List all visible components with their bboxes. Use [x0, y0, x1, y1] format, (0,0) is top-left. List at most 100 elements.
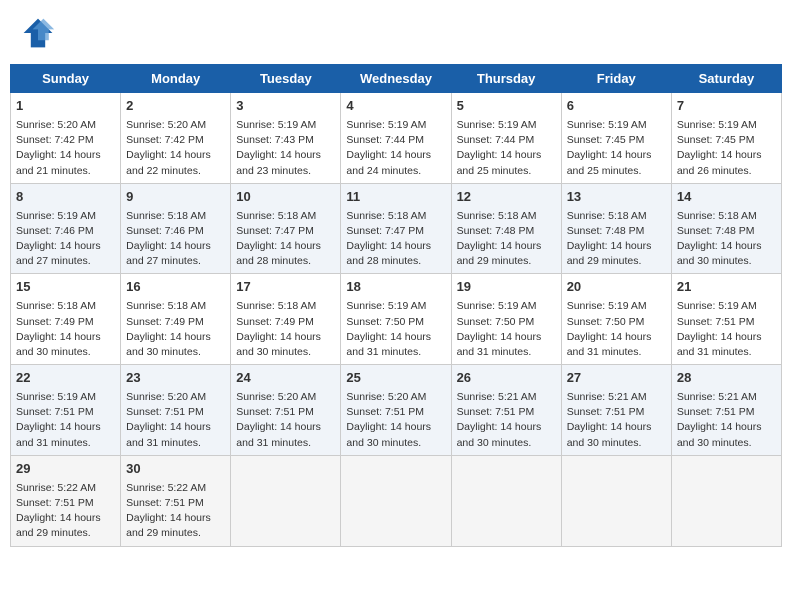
calendar-cell: 16Sunrise: 5:18 AMSunset: 7:49 PMDayligh…: [121, 274, 231, 365]
day-number: 9: [126, 188, 225, 207]
cell-content: 20Sunrise: 5:19 AMSunset: 7:50 PMDayligh…: [567, 278, 666, 360]
calendar-cell: 14Sunrise: 5:18 AMSunset: 7:48 PMDayligh…: [671, 183, 781, 274]
sunrise-text: Sunrise: 5:20 AM: [236, 391, 316, 403]
calendar-cell: [231, 455, 341, 546]
cell-content: 13Sunrise: 5:18 AMSunset: 7:48 PMDayligh…: [567, 188, 666, 270]
day-number: 22: [16, 369, 115, 388]
day-number: 27: [567, 369, 666, 388]
sunset-text: Sunset: 7:51 PM: [677, 406, 755, 418]
cell-content: 29Sunrise: 5:22 AMSunset: 7:51 PMDayligh…: [16, 460, 115, 542]
daylight-text: Daylight: 14 hours and 30 minutes.: [126, 331, 211, 358]
daylight-text: Daylight: 14 hours and 31 minutes.: [567, 331, 652, 358]
cell-content: 25Sunrise: 5:20 AMSunset: 7:51 PMDayligh…: [346, 369, 445, 451]
cell-content: 11Sunrise: 5:18 AMSunset: 7:47 PMDayligh…: [346, 188, 445, 270]
cell-content: 26Sunrise: 5:21 AMSunset: 7:51 PMDayligh…: [457, 369, 556, 451]
sunrise-text: Sunrise: 5:21 AM: [677, 391, 757, 403]
day-number: 11: [346, 188, 445, 207]
sunset-text: Sunset: 7:51 PM: [126, 406, 204, 418]
sunrise-text: Sunrise: 5:21 AM: [567, 391, 647, 403]
sunset-text: Sunset: 7:44 PM: [346, 134, 424, 146]
cell-content: 28Sunrise: 5:21 AMSunset: 7:51 PMDayligh…: [677, 369, 776, 451]
sunset-text: Sunset: 7:49 PM: [236, 316, 314, 328]
calendar-week-row: 29Sunrise: 5:22 AMSunset: 7:51 PMDayligh…: [11, 455, 782, 546]
sunset-text: Sunset: 7:51 PM: [126, 497, 204, 509]
calendar-cell: 25Sunrise: 5:20 AMSunset: 7:51 PMDayligh…: [341, 365, 451, 456]
day-number: 15: [16, 278, 115, 297]
sunset-text: Sunset: 7:48 PM: [457, 225, 535, 237]
sunrise-text: Sunrise: 5:19 AM: [16, 391, 96, 403]
cell-content: 22Sunrise: 5:19 AMSunset: 7:51 PMDayligh…: [16, 369, 115, 451]
calendar-week-row: 22 Sunrise: 5:19 AM Sunset: 7:51 PM Dayligh…: [11, 365, 782, 456]
calendar-week-row: 8Sunrise: 5:19 AMSunset: 7:46 PMDaylight…: [11, 183, 782, 274]
daylight-text: Daylight: 14 hours and 29 minutes.: [457, 240, 542, 267]
calendar-week-row: 1Sunrise: 5:20 AMSunset: 7:42 PMDaylight…: [11, 93, 782, 184]
calendar-cell: 22Sunrise: 5:19 AMSunset: 7:51 PMDayligh…: [11, 365, 121, 456]
day-number: 14: [677, 188, 776, 207]
calendar-cell: 20Sunrise: 5:19 AMSunset: 7:50 PMDayligh…: [561, 274, 671, 365]
calendar-cell: 18Sunrise: 5:19 AMSunset: 7:50 PMDayligh…: [341, 274, 451, 365]
logo: [20, 15, 60, 51]
cell-content: 17Sunrise: 5:18 AMSunset: 7:49 PMDayligh…: [236, 278, 335, 360]
calendar-cell: 28Sunrise: 5:21 AMSunset: 7:51 PMDayligh…: [671, 365, 781, 456]
calendar-cell: 19Sunrise: 5:19 AMSunset: 7:50 PMDayligh…: [451, 274, 561, 365]
calendar-header: SundayMondayTuesdayWednesdayThursdayFrid…: [11, 65, 782, 93]
weekday-header-wednesday: Wednesday: [341, 65, 451, 93]
weekday-header-saturday: Saturday: [671, 65, 781, 93]
cell-content: 15Sunrise: 5:18 AMSunset: 7:49 PMDayligh…: [16, 278, 115, 360]
cell-content: 30Sunrise: 5:22 AMSunset: 7:51 PMDayligh…: [126, 460, 225, 542]
sunset-text: Sunset: 7:51 PM: [346, 406, 424, 418]
daylight-text: Daylight: 14 hours and 24 minutes.: [346, 149, 431, 176]
daylight-text: Daylight: 14 hours and 31 minutes.: [236, 421, 321, 448]
daylight-text: Daylight: 14 hours and 29 minutes.: [567, 240, 652, 267]
sunset-text: Sunset: 7:51 PM: [16, 497, 94, 509]
daylight-text: Daylight: 14 hours and 27 minutes.: [16, 240, 101, 267]
calendar-cell: [341, 455, 451, 546]
daylight-text: Daylight: 14 hours and 30 minutes.: [567, 421, 652, 448]
day-number: 26: [457, 369, 556, 388]
sunrise-text: Sunrise: 5:22 AM: [16, 482, 96, 494]
sunrise-text: Sunrise: 5:18 AM: [236, 300, 316, 312]
calendar-cell: 3Sunrise: 5:19 AMSunset: 7:43 PMDaylight…: [231, 93, 341, 184]
day-number: 8: [16, 188, 115, 207]
daylight-text: Daylight: 14 hours and 28 minutes.: [236, 240, 321, 267]
calendar-cell: 17Sunrise: 5:18 AMSunset: 7:49 PMDayligh…: [231, 274, 341, 365]
day-number: 17: [236, 278, 335, 297]
day-number: 2: [126, 97, 225, 116]
cell-content: 18Sunrise: 5:19 AMSunset: 7:50 PMDayligh…: [346, 278, 445, 360]
calendar-cell: 26Sunrise: 5:21 AMSunset: 7:51 PMDayligh…: [451, 365, 561, 456]
calendar-cell: 15Sunrise: 5:18 AMSunset: 7:49 PMDayligh…: [11, 274, 121, 365]
sunset-text: Sunset: 7:50 PM: [457, 316, 535, 328]
cell-content: 1Sunrise: 5:20 AMSunset: 7:42 PMDaylight…: [16, 97, 115, 179]
sunrise-text: Sunrise: 5:19 AM: [457, 300, 537, 312]
calendar-cell: 2Sunrise: 5:20 AMSunset: 7:42 PMDaylight…: [121, 93, 231, 184]
cell-content: 23Sunrise: 5:20 AMSunset: 7:51 PMDayligh…: [126, 369, 225, 451]
sunset-text: Sunset: 7:50 PM: [567, 316, 645, 328]
day-number: 4: [346, 97, 445, 116]
daylight-text: Daylight: 14 hours and 23 minutes.: [236, 149, 321, 176]
calendar-body: 1Sunrise: 5:20 AMSunset: 7:42 PMDaylight…: [11, 93, 782, 547]
sunrise-text: Sunrise: 5:18 AM: [457, 210, 537, 222]
daylight-text: Daylight: 14 hours and 31 minutes.: [346, 331, 431, 358]
calendar-cell: 1Sunrise: 5:20 AMSunset: 7:42 PMDaylight…: [11, 93, 121, 184]
calendar-week-row: 15 Sunrise: 5:18 AM Sunset: 7:49 PM Dayligh…: [11, 274, 782, 365]
daylight-text: Daylight: 14 hours and 31 minutes.: [126, 421, 211, 448]
sunrise-text: Sunrise: 5:18 AM: [677, 210, 757, 222]
calendar-cell: 7Sunrise: 5:19 AMSunset: 7:45 PMDaylight…: [671, 93, 781, 184]
day-number: 28: [677, 369, 776, 388]
sunset-text: Sunset: 7:51 PM: [457, 406, 535, 418]
sunset-text: Sunset: 7:46 PM: [126, 225, 204, 237]
cell-content: 9Sunrise: 5:18 AMSunset: 7:46 PMDaylight…: [126, 188, 225, 270]
daylight-text: Daylight: 14 hours and 22 minutes.: [126, 149, 211, 176]
day-number: 30: [126, 460, 225, 479]
sunset-text: Sunset: 7:44 PM: [457, 134, 535, 146]
cell-content: 7Sunrise: 5:19 AMSunset: 7:45 PMDaylight…: [677, 97, 776, 179]
daylight-text: Daylight: 14 hours and 31 minutes.: [16, 421, 101, 448]
sunrise-text: Sunrise: 5:18 AM: [567, 210, 647, 222]
sunset-text: Sunset: 7:48 PM: [677, 225, 755, 237]
calendar-cell: [671, 455, 781, 546]
sunset-text: Sunset: 7:47 PM: [346, 225, 424, 237]
sunset-text: Sunset: 7:49 PM: [16, 316, 94, 328]
calendar-cell: 30Sunrise: 5:22 AMSunset: 7:51 PMDayligh…: [121, 455, 231, 546]
daylight-text: Daylight: 14 hours and 31 minutes.: [677, 331, 762, 358]
day-number: 23: [126, 369, 225, 388]
